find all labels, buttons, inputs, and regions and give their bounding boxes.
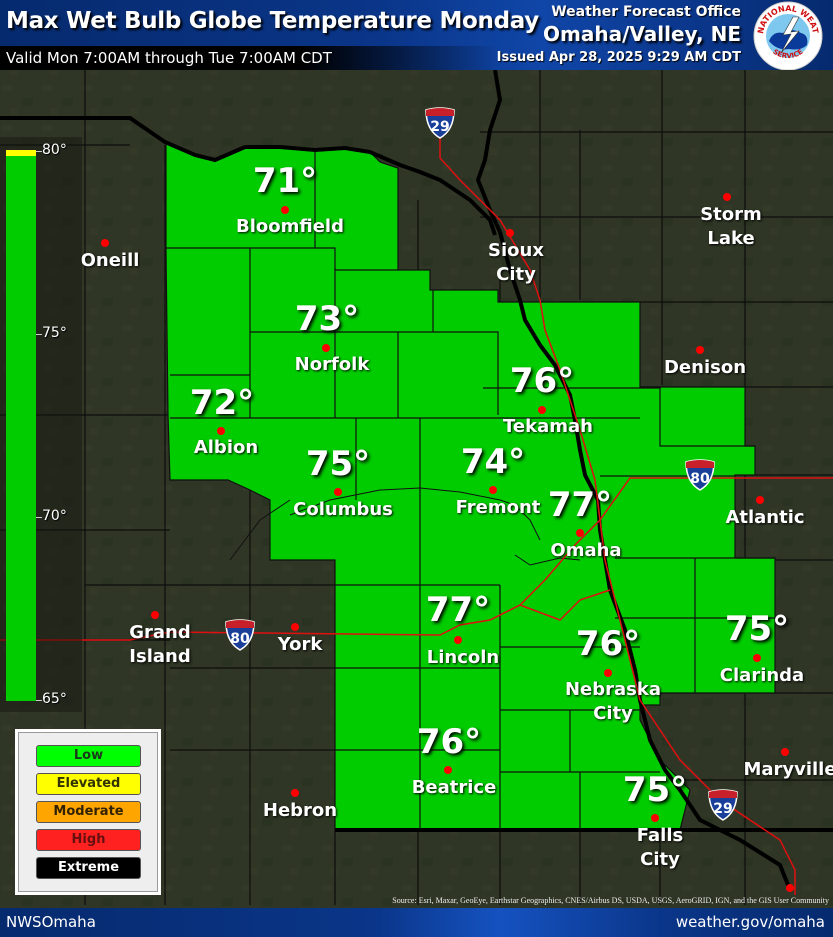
city-marker <box>651 814 659 822</box>
city-label: Beatrice <box>411 777 497 798</box>
interstate-80-shield-icon: 80 <box>685 459 715 491</box>
website-link[interactable]: weather.gov/omaha <box>676 913 825 931</box>
legend-elevated: Elevated <box>36 773 141 795</box>
city-marker <box>786 884 794 892</box>
forecast-temp: 75° <box>622 770 688 810</box>
city-marker <box>604 669 612 677</box>
office-name: Omaha/Valley, NE <box>543 22 741 46</box>
city-label: Norfolk <box>294 354 370 375</box>
city-marker <box>781 748 789 756</box>
city-marker <box>151 611 159 619</box>
shield-number: 29 <box>430 119 449 135</box>
page-title: Max Wet Bulb Globe Temperature Monday <box>6 8 539 34</box>
city-label: Fremont <box>455 497 541 518</box>
forecast-temp: 71° <box>252 161 318 201</box>
city-label: Bloomfield <box>236 216 344 237</box>
city-label: Storm Lake <box>700 204 762 250</box>
city-marker <box>756 496 764 504</box>
city-marker <box>322 344 330 352</box>
header-banner: Max Wet Bulb Globe Temperature Monday Va… <box>0 0 833 71</box>
city-label: Nebraska City <box>564 679 661 725</box>
city-marker <box>281 206 289 214</box>
social-handle: NWSOmaha <box>6 913 96 931</box>
forecast-temp: 76° <box>416 722 482 762</box>
city-marker <box>723 193 731 201</box>
legend-high: High <box>36 829 141 851</box>
city-marker <box>334 488 342 496</box>
interstate-80-shield-icon: 80 <box>225 619 255 651</box>
city-marker <box>576 529 584 537</box>
legend-label: Low <box>73 748 104 763</box>
valid-time: Valid Mon 7:00AM through Tue 7:00AM CDT <box>6 49 332 67</box>
city-marker <box>101 239 109 247</box>
city-marker <box>217 427 225 435</box>
shield-number: 80 <box>230 631 250 647</box>
city-marker <box>444 766 452 774</box>
city-label: Grand Island <box>129 622 191 668</box>
office-label: Weather Forecast Office <box>551 4 741 20</box>
city-label: Albion <box>193 437 259 458</box>
city-marker <box>291 623 299 631</box>
city-label: Falls City <box>636 825 684 871</box>
legend-label: Elevated <box>56 776 121 791</box>
city-label: Tekamah <box>503 416 593 437</box>
legend-extreme: Extreme <box>36 857 141 879</box>
forecast-temp: 76° <box>575 624 641 664</box>
legend-low: Low <box>36 745 141 767</box>
city-marker <box>538 406 546 414</box>
city-marker <box>489 486 497 494</box>
forecast-temp: 77° <box>547 485 613 525</box>
scale-label-70: 70° <box>42 508 67 524</box>
forecast-temp: 77° <box>425 590 491 630</box>
forecast-temp: 76° <box>509 361 575 401</box>
city-label: Columbus <box>293 499 393 520</box>
city-label: York <box>277 634 323 655</box>
forecast-temp: 73° <box>294 299 360 339</box>
city-label: Denison <box>663 357 747 378</box>
city-marker <box>506 229 514 237</box>
forecast-temp: 72° <box>189 383 255 423</box>
issued-time: Issued Apr 28, 2025 9:29 AM CDT <box>496 50 741 65</box>
footer-banner: NWSOmaha weather.gov/omaha <box>0 908 833 937</box>
city-label: Omaha <box>550 540 622 561</box>
forecast-temp: 74° <box>460 442 526 482</box>
city-marker <box>291 789 299 797</box>
legend-label: High <box>71 832 106 847</box>
risk-legend: Low Elevated Moderate High Extreme <box>15 729 161 895</box>
legend-moderate: Moderate <box>36 801 141 823</box>
scale-label-65: 65° <box>42 691 67 707</box>
city-label: Clarinda <box>719 665 805 686</box>
city-label: Oneill <box>80 250 140 271</box>
city-label: Lincoln <box>426 647 500 668</box>
forecast-temp: 75° <box>724 609 790 649</box>
city-label: Maryville <box>743 759 833 780</box>
city-label: Atlantic <box>725 507 805 528</box>
city-label: Hebron <box>262 800 338 821</box>
map-source-attribution: Source: Esri, Maxar, GeoEye, Earthstar G… <box>392 896 829 905</box>
interstate-29-shield-icon: 29 <box>708 789 738 821</box>
city-marker <box>753 654 761 662</box>
scale-label-75: 75° <box>42 325 67 341</box>
city-marker <box>696 346 704 354</box>
legend-label: Extreme <box>57 860 120 875</box>
legend-label: Moderate <box>53 804 124 819</box>
wbgt-scale-bar <box>6 150 36 701</box>
nws-logo-icon: NATIONAL WEATHER SERVICE <box>753 1 823 71</box>
scale-threshold-band <box>6 150 36 156</box>
shield-number: 29 <box>713 801 732 817</box>
shield-number: 80 <box>690 471 710 487</box>
scale-label-80: 80° <box>42 142 67 158</box>
forecast-temp: 75° <box>305 444 371 484</box>
city-marker <box>454 636 462 644</box>
city-label: Sioux City <box>488 240 544 286</box>
interstate-29-shield-icon: 29 <box>425 107 455 139</box>
